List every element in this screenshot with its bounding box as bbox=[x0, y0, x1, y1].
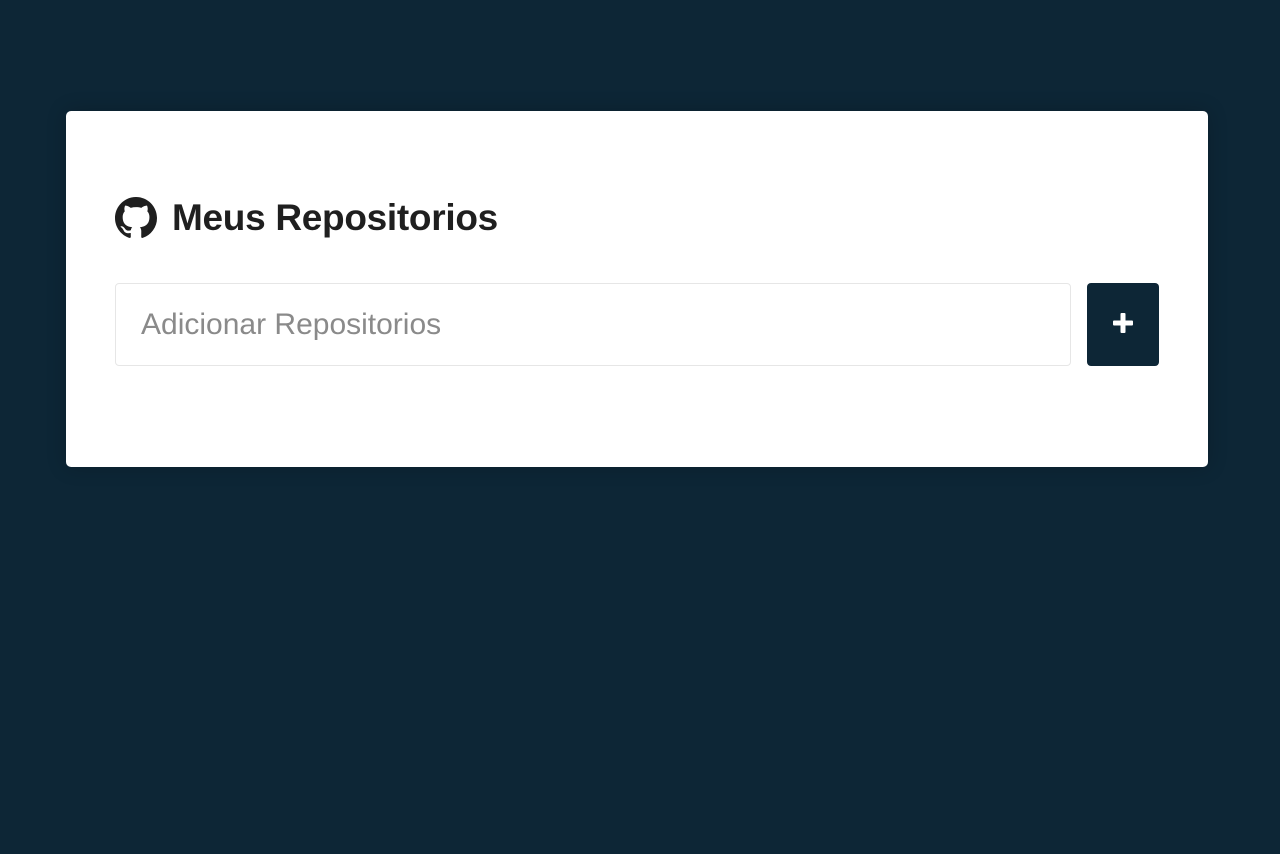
add-repository-form bbox=[115, 283, 1159, 366]
repositories-card: Meus Repositorios bbox=[66, 111, 1208, 467]
page-title: Meus Repositorios bbox=[172, 196, 498, 238]
card-header: Meus Repositorios bbox=[115, 172, 498, 264]
plus-icon bbox=[1112, 312, 1134, 337]
add-repository-button[interactable] bbox=[1087, 283, 1159, 366]
github-icon bbox=[115, 193, 157, 243]
repository-input[interactable] bbox=[115, 283, 1071, 366]
